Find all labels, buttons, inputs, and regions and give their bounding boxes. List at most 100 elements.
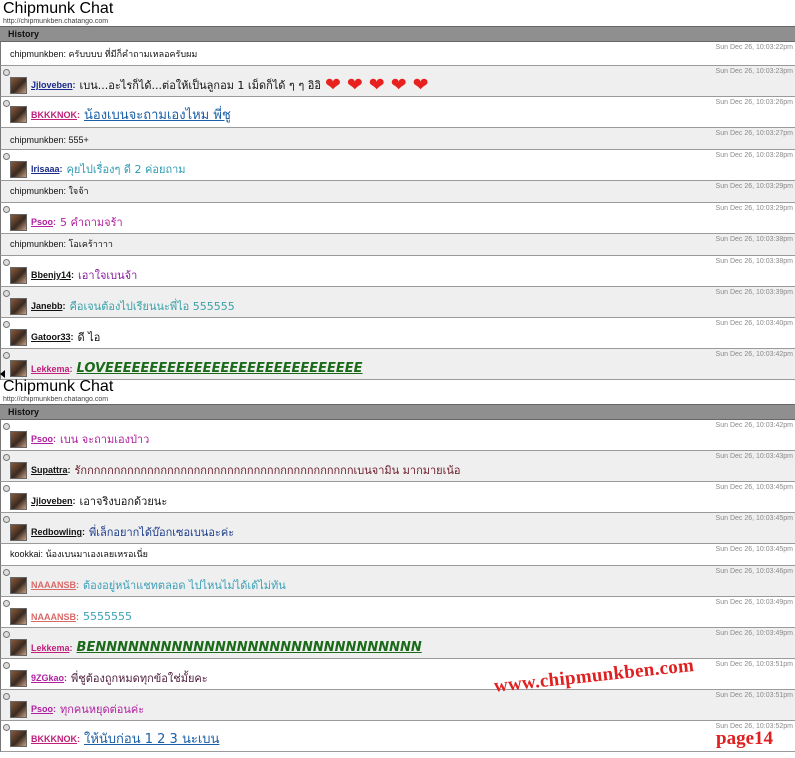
username-link[interactable]: Janebb [31, 301, 63, 311]
chat-panel-1: Chipmunk Chat http://chipmunkben.chatang… [0, 0, 795, 380]
username-colon: : [69, 642, 73, 653]
username-colon: : [82, 527, 85, 537]
username-colon: : [76, 611, 79, 622]
message-text: เบน...อะไรก็ได้...ต่อให้เป็นลูกอม 1 เม็ด… [79, 79, 321, 92]
message-timestamp: Sun Dec 26, 10:03:49pm [715, 599, 793, 606]
message-content: Supattra: รักกกกกกกกกกกกกกกกกกกกกกกกกกกกก… [1, 461, 461, 479]
avatar[interactable] [10, 76, 27, 94]
avatar[interactable] [10, 523, 27, 541]
message-row: Sun Dec 26, 10:03:42pm Psoo: เบน จะถามเองป… [0, 420, 795, 451]
message-content: 9ZGkao: พี่ชูต้องถูกหมดทุกข้อใช่มั้ยคะ [1, 669, 208, 687]
hearts-emoticons: ❤ ❤ ❤ ❤ ❤ [325, 76, 435, 95]
message-row: Sun Dec 26, 10:03:49pm NAAANSB:5555555 [0, 597, 795, 628]
message-content: Redbowling: พี่เล็กอยากได้บ๊อกเซอเบนอะค่ะ [1, 523, 234, 541]
message-timestamp: Sun Dec 26, 10:03:39pm [715, 289, 793, 296]
message-row: Sun Dec 26, 10:03:42pm Lekkema: LOVEEEEEEE… [0, 349, 795, 380]
avatar[interactable] [10, 639, 27, 656]
username-link[interactable]: BKKKNOK [31, 734, 77, 744]
system-message-text: chipmunkben: ครับบบบ ที่มีก็คำถามเหลอครั… [10, 49, 198, 59]
status-dot-icon [3, 321, 10, 328]
username-colon: : [70, 332, 74, 342]
message-row: Sun Dec 26, 10:03:51pm Psoo: ทุกคนหยุดต่อน… [0, 690, 795, 721]
message-text: ดี ไอ [77, 331, 101, 344]
message-timestamp: Sun Dec 26, 10:03:45pm [715, 515, 793, 522]
username-link[interactable]: Psoo [31, 434, 53, 444]
message-timestamp: Sun Dec 26, 10:03:38pm [715, 236, 793, 243]
message-row: Sun Dec 26, 10:03:23pm Jjloveben: เบน...อะ… [0, 66, 795, 97]
message-row: Sun Dec 26, 10:03:46pm NAAANSB: ต้องอยู่หน… [0, 566, 795, 597]
avatar[interactable] [10, 213, 27, 231]
username-link[interactable]: Lekkema [31, 364, 70, 374]
status-dot-icon [3, 290, 10, 297]
status-dot-icon [3, 631, 10, 638]
avatar[interactable] [10, 576, 27, 594]
username-link[interactable]: Psoo [31, 217, 53, 227]
message-text: ต้องอยู่หน้าแชทตลอด ไปไหนไม่ได้เด้ไม่ทัน [83, 579, 286, 592]
message-row: Sun Dec 26, 10:03:49pm Lekkema: BENNNNNNNN… [0, 628, 795, 659]
username-link[interactable]: 9ZGkao [31, 673, 64, 683]
avatar[interactable] [10, 492, 27, 510]
message-content: NAAANSB:5555555 [1, 608, 132, 625]
message-timestamp: Sun Dec 26, 10:03:38pm [715, 258, 793, 265]
system-message-text: chipmunkben: ใจจ้า [10, 186, 89, 196]
message-timestamp: Sun Dec 26, 10:03:51pm [715, 661, 793, 668]
avatar[interactable] [10, 669, 27, 687]
username-link[interactable]: Psoo [31, 704, 53, 714]
username-link[interactable]: BKKKNOK [31, 110, 77, 120]
message-text: 5555555 [83, 610, 132, 623]
avatar[interactable] [10, 266, 27, 284]
chat-url[interactable]: http://chipmunkben.chatango.com [0, 396, 795, 404]
avatar[interactable] [10, 700, 27, 718]
message-content: NAAANSB: ต้องอยู่หน้าแชทตลอด ไปไหนไม่ได้เ… [1, 576, 286, 594]
system-message-text: kookkai: น้องเบนมาเองเลยเหรอเนี่ย [10, 549, 148, 559]
message-timestamp: Sun Dec 26, 10:03:27pm [715, 130, 793, 137]
message-text: ทุกคนหยุดต่อนค่ะ [60, 703, 145, 716]
username-colon: : [59, 164, 63, 174]
avatar[interactable] [10, 360, 27, 377]
message-row: Sun Dec 26, 10:03:22pm chipmunkben: ครับบ… [0, 42, 795, 66]
message-row: Sun Dec 26, 10:03:43pm Supattra: รักกกกกกก… [0, 451, 795, 482]
username-link[interactable]: Supattra [31, 465, 68, 475]
username-link[interactable]: Redbowling [31, 527, 82, 537]
avatar[interactable] [10, 608, 27, 625]
username-link[interactable]: Lekkema [31, 643, 70, 653]
avatar[interactable] [10, 106, 27, 123]
username-link[interactable]: Gatoor33 [31, 332, 71, 342]
status-dot-icon [3, 352, 10, 359]
chat-url[interactable]: http://chipmunkben.chatango.com [0, 18, 795, 26]
avatar[interactable] [10, 160, 27, 178]
username-colon: : [67, 465, 71, 475]
username-link[interactable]: NAAANSB [31, 612, 76, 622]
message-timestamp: Sun Dec 26, 10:03:28pm [715, 152, 793, 159]
message-timestamp: Sun Dec 26, 10:03:26pm [715, 99, 793, 106]
username-link[interactable]: NAAANSB [31, 580, 76, 590]
username-link[interactable]: Jjloveben [31, 496, 73, 506]
message-row: Sun Dec 26, 10:03:40pm Gatoor33: ดี ไอ [0, 318, 795, 349]
message-timestamp: Sun Dec 26, 10:03:46pm [715, 568, 793, 575]
status-dot-icon [3, 206, 10, 213]
avatar[interactable] [10, 328, 27, 346]
status-dot-icon [3, 516, 10, 523]
username-colon: : [77, 733, 80, 744]
avatar[interactable] [10, 461, 27, 479]
avatar[interactable] [10, 730, 27, 747]
username-colon: : [69, 363, 73, 374]
avatar[interactable] [10, 430, 27, 448]
username-link[interactable]: Jjloveben [31, 80, 73, 90]
status-dot-icon [3, 693, 10, 700]
scroll-arrow-icon[interactable] [0, 370, 5, 378]
username-colon: : [53, 217, 57, 227]
message-row: Sun Dec 26, 10:03:27pm chipmunkben: 555+ [0, 128, 795, 150]
message-content: Gatoor33: ดี ไอ [1, 328, 100, 346]
message-list[interactable]: Sun Dec 26, 10:03:22pm chipmunkben: ครับบ… [0, 42, 795, 380]
username-colon: : [53, 434, 57, 444]
username-link[interactable]: lrisaaa [31, 164, 60, 174]
message-text: น้องเบนจะถามเองไหม พี่ชู [84, 108, 231, 123]
status-dot-icon [3, 259, 10, 266]
status-dot-icon [3, 153, 10, 160]
message-list[interactable]: Sun Dec 26, 10:03:42pm Psoo: เบน จะถามเองป… [0, 420, 795, 752]
username-link[interactable]: Bbenjy14 [31, 270, 71, 280]
message-text: พี่เล็กอยากได้บ๊อกเซอเบนอะค่ะ [89, 526, 235, 539]
message-text: คือเจนต้องไปเรียนนะพี่ไอ 555555 [69, 300, 235, 313]
avatar[interactable] [10, 297, 27, 315]
